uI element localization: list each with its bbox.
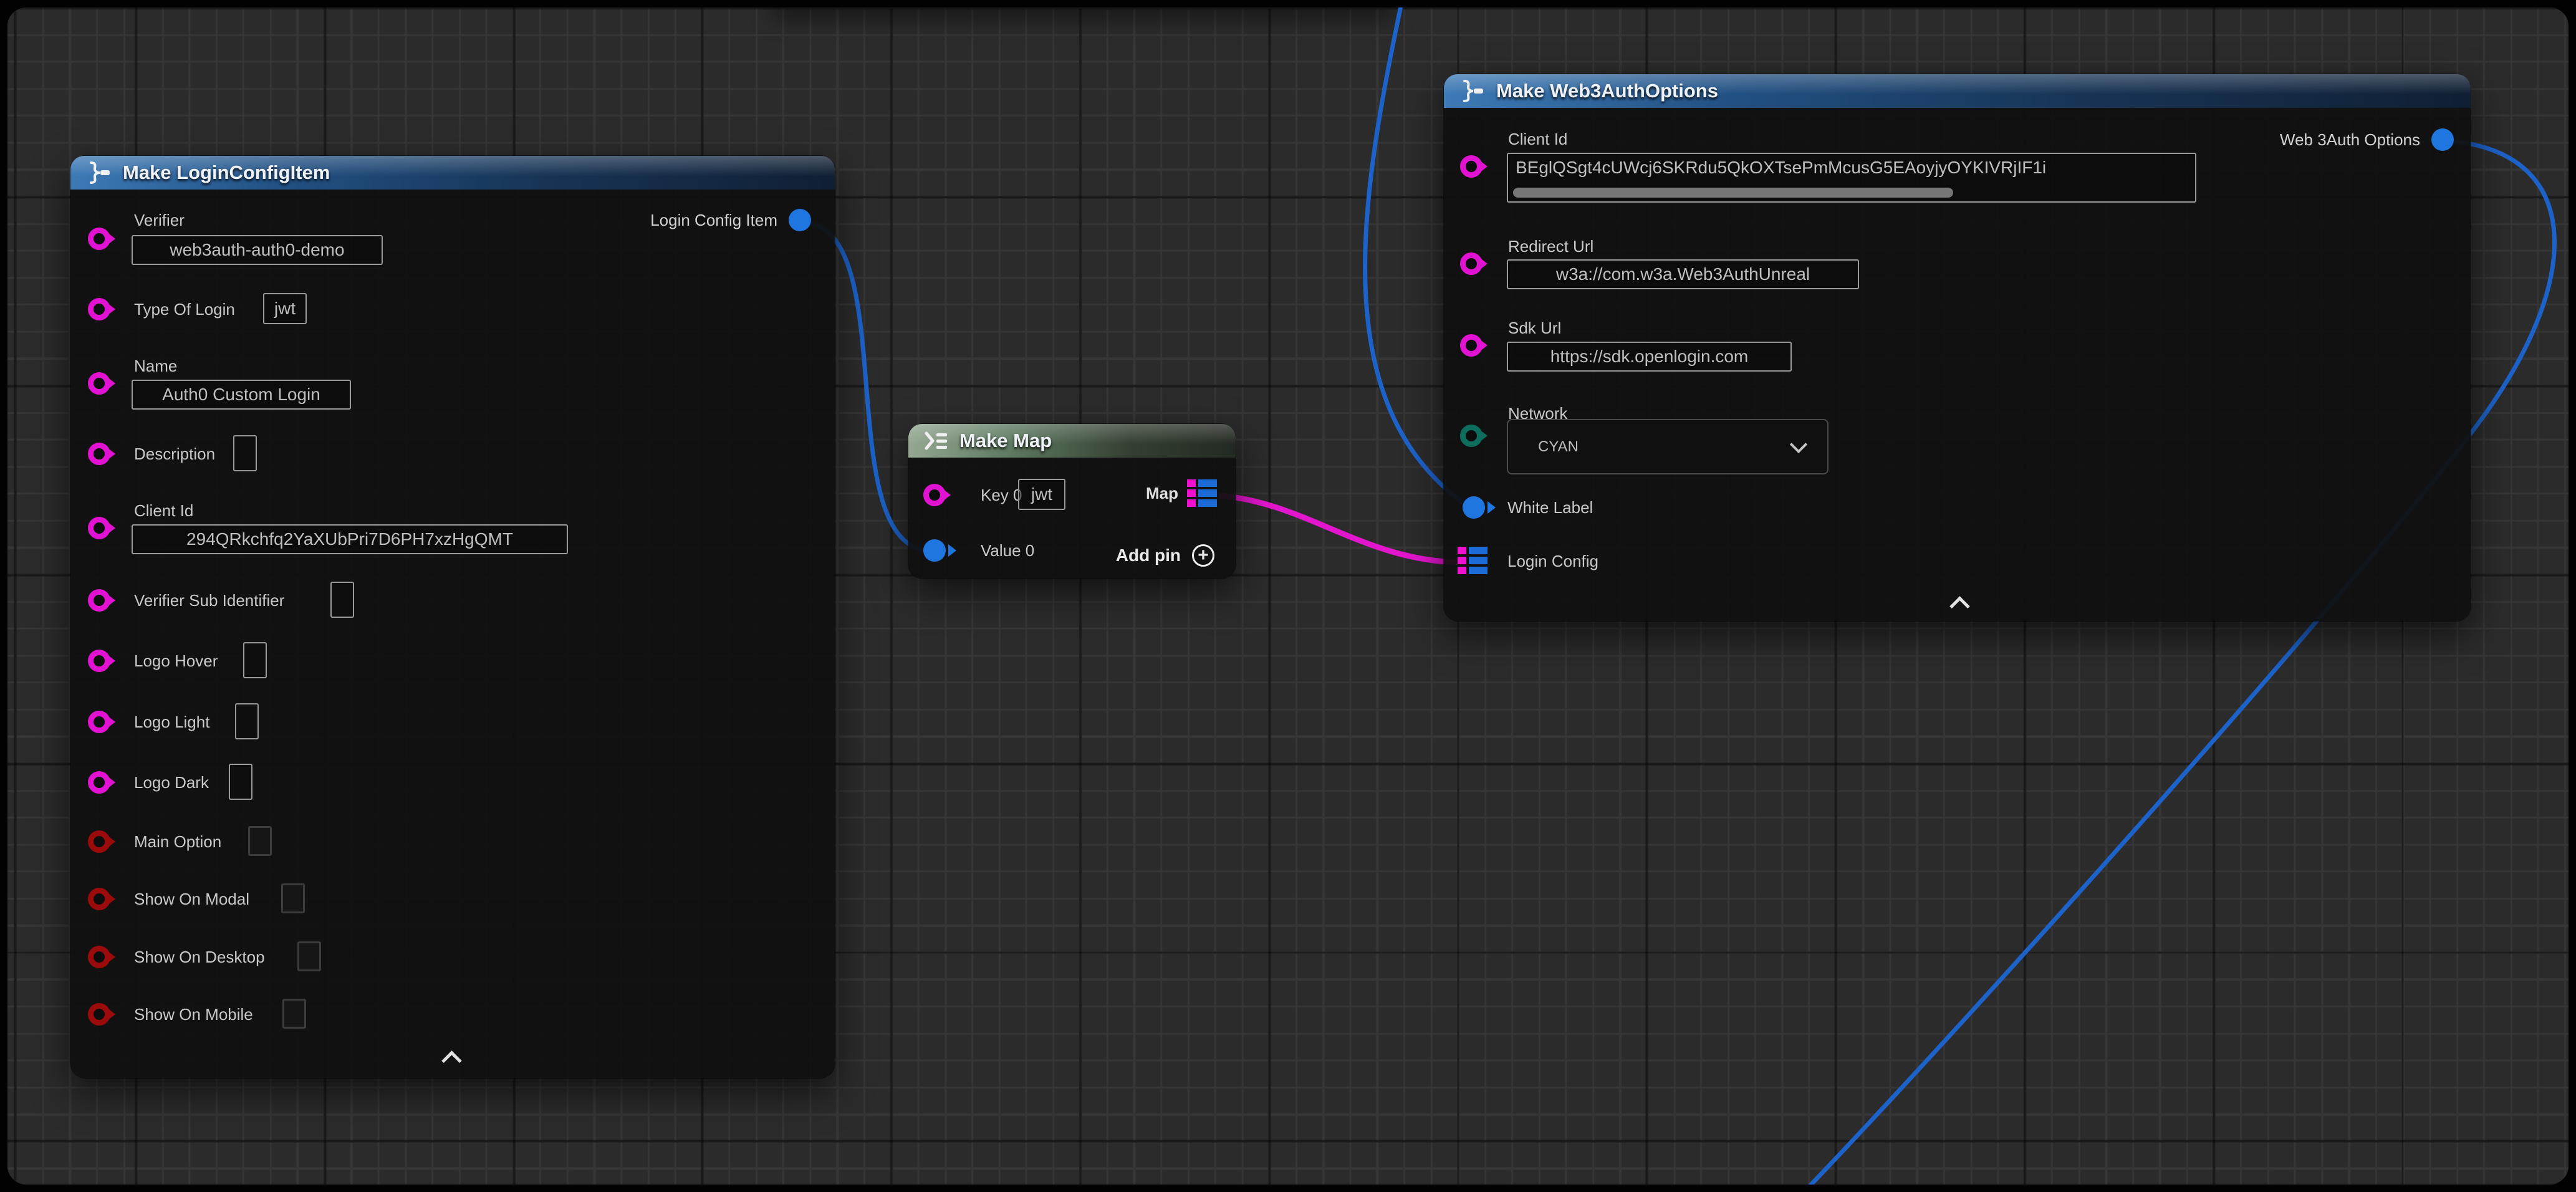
pin-label: White Label (1507, 497, 1593, 518)
pin-label: Show On Desktop (134, 946, 265, 968)
map-output-pin[interactable] (1187, 479, 1217, 507)
pin-label: Type Of Login (134, 299, 235, 320)
show-on-mobile-checkbox[interactable] (282, 999, 306, 1029)
string-pin[interactable] (88, 443, 110, 465)
map-input-pin[interactable] (1458, 547, 1487, 574)
pin-label: Logo Hover (134, 650, 218, 671)
verifier-input[interactable]: web3auth-auth0-demo (132, 235, 383, 265)
make-struct-icon (84, 160, 113, 185)
string-pin[interactable] (88, 372, 110, 395)
name-input[interactable]: Auth0 Custom Login (132, 380, 351, 410)
pin-label: Name (134, 355, 177, 377)
string-pin[interactable] (88, 711, 110, 733)
redirect-url-input[interactable]: w3a://com.w3a.Web3AuthUnreal (1507, 259, 1859, 289)
show-on-desktop-checkbox[interactable] (297, 941, 321, 971)
string-pin[interactable] (88, 650, 110, 672)
pin-label: Redirect Url (1508, 236, 1593, 257)
node-header[interactable]: Make Web3AuthOptions (1444, 74, 2471, 108)
string-pin[interactable] (1460, 155, 1483, 178)
client-id-scrollbar[interactable] (1513, 188, 1953, 198)
network-selected-value: CYAN (1538, 438, 1579, 456)
node-title: Make Web3AuthOptions (1496, 80, 1718, 102)
node-title: Make Map (959, 430, 1052, 452)
pin-label: Description (134, 443, 215, 464)
make-struct-icon (1458, 79, 1486, 103)
string-pin[interactable] (1460, 252, 1483, 275)
logo-dark-input[interactable] (229, 764, 252, 800)
pin-label: Show On Mobile (134, 1004, 253, 1025)
network-dropdown[interactable]: CYAN (1507, 419, 1829, 474)
struct-pin[interactable] (923, 539, 946, 562)
output-pin-label: Login Config Item (650, 211, 777, 230)
pin-label: Logo Dark (134, 772, 209, 793)
output-pin-label: Map (1146, 484, 1178, 503)
bool-pin[interactable] (88, 830, 110, 853)
string-pin[interactable] (88, 771, 110, 794)
chevron-down-icon (1790, 435, 1807, 453)
string-pin[interactable] (1460, 334, 1483, 357)
add-pin-row: Add pin (1116, 544, 1214, 567)
struct-output-pin[interactable] (789, 209, 811, 231)
string-pin[interactable] (88, 517, 110, 539)
collapse-node-chevron[interactable] (1949, 596, 1970, 617)
type-of-login-input[interactable]: jwt (263, 293, 307, 324)
logo-light-input[interactable] (235, 703, 259, 739)
client-id-input[interactable]: 294QRkchfq2YaXUbPri7D6PH7xzHgQMT (132, 524, 568, 554)
node-make-map[interactable]: Make Map Key 0 jwt Map Value 0 Add pin (908, 424, 1236, 579)
struct-output-pin[interactable] (2431, 128, 2454, 151)
node-title: Make LoginConfigItem (123, 161, 330, 184)
output-pin-label: Web 3Auth Options (2280, 130, 2420, 150)
string-pin[interactable] (88, 589, 110, 612)
pin-label: Show On Modal (134, 888, 249, 910)
struct-pin[interactable] (1463, 496, 1485, 519)
client-id-text: BEglQSgt4cUWcj6SKRdu5QkOXTsePmMcusG5EAoy… (1516, 158, 2046, 178)
pin-label: Logo Light (134, 711, 209, 733)
string-pin[interactable] (88, 228, 110, 250)
node-make-loginconfigitem[interactable]: Make LoginConfigItem Login Config Item V… (70, 156, 835, 1078)
bool-pin[interactable] (88, 888, 110, 910)
bool-pin[interactable] (88, 946, 110, 968)
offscreen-node-partial[interactable] (773, 7, 1393, 9)
add-pin-label: Add pin (1116, 546, 1181, 565)
string-pin[interactable] (88, 298, 110, 320)
description-input[interactable] (233, 435, 257, 471)
verifier-sub-identifier-input[interactable] (330, 582, 354, 618)
blueprint-viewport: Make LoginConfigItem Login Config Item V… (7, 7, 2569, 1185)
pin-row-map-out: Map (1146, 479, 1217, 507)
main-option-checkbox[interactable] (248, 826, 272, 856)
pin-label: Client Id (134, 500, 193, 521)
pin-label: Client Id (1508, 128, 1567, 150)
pin-row-web3auth-options-out: Web 3Auth Options (2280, 128, 2454, 151)
pin-label: Key 0 (981, 484, 1022, 506)
key0-input[interactable]: jwt (1018, 479, 1065, 510)
pin-row-login-config-item-out: Login Config Item (650, 209, 811, 231)
node-header[interactable]: Make Map (908, 424, 1236, 458)
node-make-web3authoptions[interactable]: Make Web3AuthOptions Web 3Auth Options C… (1444, 74, 2471, 621)
graph-canvas[interactable]: Make LoginConfigItem Login Config Item V… (7, 7, 2569, 1185)
enum-pin[interactable] (1460, 425, 1483, 447)
collapse-node-chevron[interactable] (441, 1050, 462, 1071)
add-pin-icon[interactable] (1192, 544, 1214, 567)
string-pin[interactable] (923, 484, 946, 506)
sdk-url-input[interactable]: https://sdk.openlogin.com (1507, 342, 1792, 372)
make-map-icon (922, 428, 949, 453)
show-on-modal-checkbox[interactable] (281, 883, 305, 913)
pin-label: Login Config (1507, 550, 1598, 572)
pin-label: Value 0 (981, 540, 1034, 561)
pin-label: Main Option (134, 831, 221, 852)
bool-pin[interactable] (88, 1003, 110, 1026)
pin-label: Verifier (134, 209, 185, 231)
pin-label: Verifier Sub Identifier (134, 590, 284, 611)
wire-map-to-loginconfig[interactable] (1219, 496, 1466, 562)
node-header[interactable]: Make LoginConfigItem (70, 156, 835, 190)
pin-label: Sdk Url (1508, 317, 1561, 339)
logo-hover-input[interactable] (243, 642, 267, 678)
